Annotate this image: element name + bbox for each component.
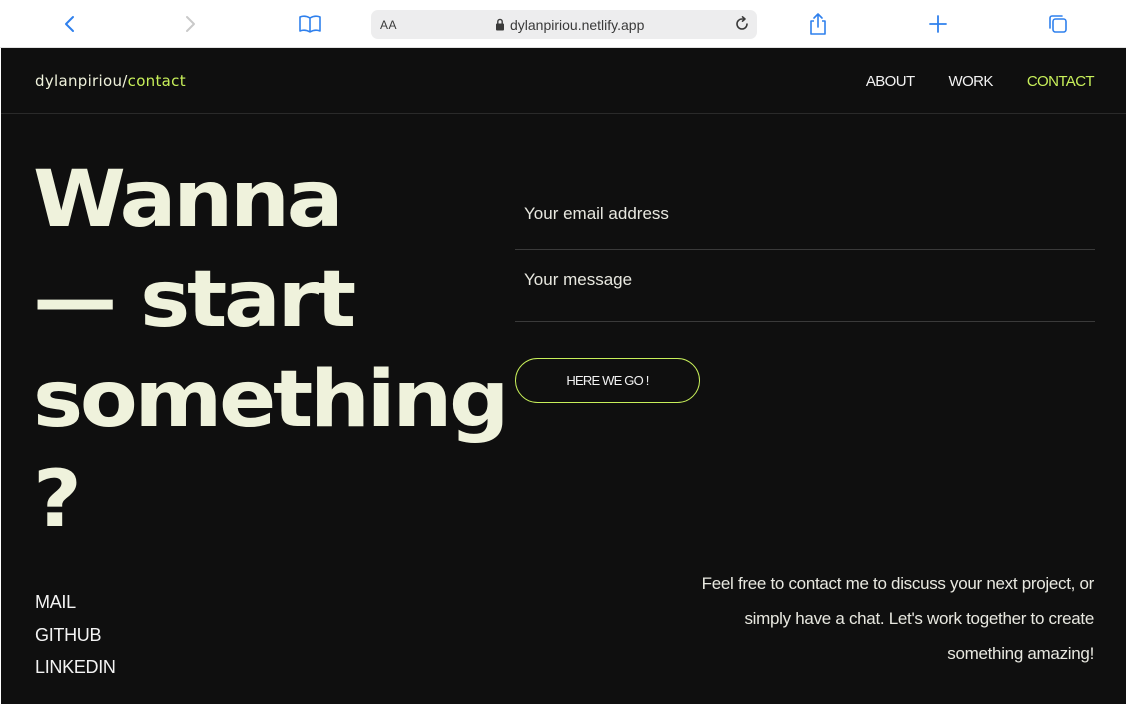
- url-text: dylanpiriou.netlify.app: [510, 17, 645, 33]
- forward-icon[interactable]: [178, 12, 202, 36]
- new-tab-icon[interactable]: [926, 12, 950, 36]
- text-size-button[interactable]: AA: [380, 18, 397, 32]
- reload-icon[interactable]: [733, 15, 751, 38]
- contact-blurb: Feel free to contact me to discuss your …: [701, 574, 1095, 663]
- nav-about[interactable]: ABOUT: [866, 73, 915, 90]
- email-field-wrapper: [515, 178, 1095, 250]
- headline-line-4: ?: [33, 455, 82, 545]
- headline-line-2: — start: [33, 255, 356, 345]
- brand-name: dylanpiriou: [35, 72, 123, 90]
- back-icon[interactable]: [58, 12, 82, 36]
- share-icon[interactable]: [806, 12, 830, 36]
- message-field[interactable]: [515, 250, 1095, 321]
- reader-icon[interactable]: [298, 12, 322, 36]
- email-field[interactable]: [515, 178, 1095, 249]
- main-nav: ABOUT WORK CONTACT: [866, 73, 1095, 90]
- page-headline: Wanna — start something ?: [33, 150, 530, 550]
- nav-work[interactable]: WORK: [949, 73, 994, 90]
- social-links: MAIL GITHUB LINKEDIN: [35, 586, 116, 684]
- page: dylanpiriou/contact ABOUT WORK CONTACT W…: [1, 48, 1126, 704]
- brand-page: contact: [127, 72, 186, 90]
- submit-button[interactable]: HERE WE GO !: [515, 358, 700, 403]
- linkedin-link[interactable]: LINKEDIN: [35, 651, 116, 684]
- tabs-icon[interactable]: [1046, 12, 1070, 36]
- headline-line-3: something: [33, 355, 509, 445]
- brand-logo[interactable]: dylanpiriou/contact: [35, 72, 186, 90]
- nav-contact[interactable]: CONTACT: [1027, 73, 1095, 90]
- github-link[interactable]: GITHUB: [35, 619, 116, 652]
- site-header: dylanpiriou/contact ABOUT WORK CONTACT: [1, 48, 1126, 114]
- message-field-wrapper: [515, 250, 1095, 322]
- contact-form: HERE WE GO !: [515, 178, 1095, 403]
- browser-toolbar: AA dylanpiriou.netlify.app: [0, 0, 1126, 48]
- mail-link[interactable]: MAIL: [35, 586, 116, 619]
- lock-icon: [495, 18, 505, 36]
- address-bar[interactable]: AA dylanpiriou.netlify.app: [371, 10, 757, 39]
- headline-line-1: Wanna: [33, 155, 344, 245]
